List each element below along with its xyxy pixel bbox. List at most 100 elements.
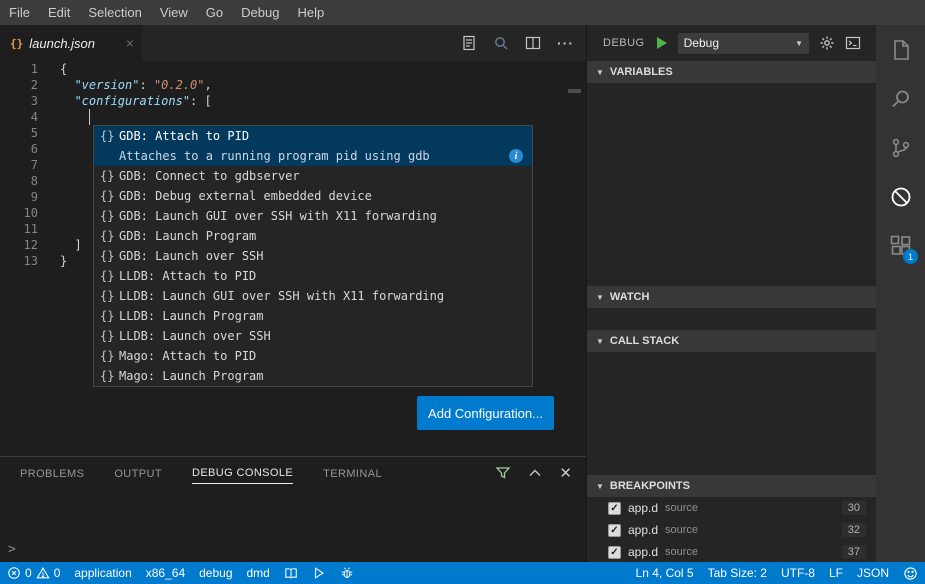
code-text[interactable]: "configurations": [	[38, 93, 212, 109]
breakpoints-content: ✓ app.d source 30 ✓ app.d source 32 ✓ ap…	[587, 497, 876, 562]
menu-item-help[interactable]: Help	[288, 0, 333, 25]
bug-icon[interactable]	[333, 562, 361, 584]
status-tab-size[interactable]: Tab Size: 2	[701, 562, 774, 584]
status-arch[interactable]: x86_64	[139, 562, 192, 584]
status-eol[interactable]: LF	[822, 562, 850, 584]
book-icon[interactable]	[277, 562, 305, 584]
menu-item-view[interactable]: View	[151, 0, 197, 25]
panel-tab-problems[interactable]: PROBLEMS	[20, 463, 84, 484]
line-number[interactable]: 6	[0, 141, 38, 157]
menu-item-selection[interactable]: Selection	[79, 0, 150, 25]
text-cursor	[89, 109, 90, 125]
breakpoint-checkbox[interactable]: ✓	[608, 502, 621, 515]
line-number[interactable]: 5	[0, 125, 38, 141]
menu-item-go[interactable]: Go	[197, 0, 232, 25]
code-text[interactable]	[38, 125, 60, 141]
debug-config-select[interactable]: Debug ▼	[678, 33, 809, 54]
suggest-item[interactable]: {}LLDB: Launch Program	[94, 306, 532, 326]
tab-launch-json[interactable]: {} launch.json ×	[0, 25, 142, 61]
run-icon[interactable]	[305, 562, 333, 584]
code-text[interactable]: }	[38, 253, 67, 269]
section-header-breakpoints[interactable]: ▼ BREAKPOINTS	[587, 475, 876, 497]
document-icon[interactable]	[461, 35, 477, 51]
suggest-item[interactable]: {}GDB: Launch over SSH	[94, 246, 532, 266]
breakpoint-row[interactable]: ✓ app.d source 37	[587, 541, 876, 562]
status-encoding[interactable]: UTF-8	[774, 562, 822, 584]
code-text[interactable]	[38, 205, 60, 221]
breakpoint-row[interactable]: ✓ app.d source 32	[587, 519, 876, 541]
search-icon[interactable]	[876, 74, 925, 123]
problems-status[interactable]: 0 0	[0, 562, 67, 584]
panel-tab-debug-console[interactable]: DEBUG CONSOLE	[192, 462, 293, 484]
debug-icon[interactable]	[876, 172, 925, 221]
tab-close-icon[interactable]: ×	[126, 36, 134, 50]
menu-item-file[interactable]: File	[0, 0, 39, 25]
debug-console-icon[interactable]	[845, 35, 861, 51]
suggest-item[interactable]: {}LLDB: Launch over SSH	[94, 326, 532, 346]
breakpoint-checkbox[interactable]: ✓	[608, 524, 621, 537]
line-number[interactable]: 4	[0, 109, 38, 125]
line-number[interactable]: 7	[0, 157, 38, 173]
code-text[interactable]	[38, 141, 60, 157]
suggest-item[interactable]: {}Mago: Attach to PID	[94, 346, 532, 366]
status-language[interactable]: JSON	[850, 562, 896, 584]
code-text[interactable]: "version": "0.2.0",	[38, 77, 212, 93]
breakpoint-row[interactable]: ✓ app.d source 30	[587, 497, 876, 519]
info-icon[interactable]: i	[509, 149, 523, 163]
console-prompt[interactable]: >	[8, 542, 16, 557]
source-control-icon[interactable]	[876, 123, 925, 172]
panel-tab-output[interactable]: OUTPUT	[114, 463, 162, 484]
filter-icon[interactable]	[495, 465, 511, 481]
smiley-icon[interactable]	[896, 562, 925, 584]
line-number[interactable]: 12	[0, 237, 38, 253]
suggest-item[interactable]: {}Mago: Launch Program	[94, 366, 532, 386]
suggest-item[interactable]: {}GDB: Debug external embedded device	[94, 186, 532, 206]
menu-item-debug[interactable]: Debug	[232, 0, 288, 25]
start-debug-icon[interactable]	[655, 36, 668, 50]
code-text[interactable]: {	[38, 61, 67, 77]
suggest-item[interactable]: {}LLDB: Launch GUI over SSH with X11 for…	[94, 286, 532, 306]
code-text[interactable]	[38, 157, 60, 173]
gear-icon[interactable]	[819, 35, 835, 51]
close-icon[interactable]: ✕	[559, 466, 572, 481]
menu-item-edit[interactable]: Edit	[39, 0, 79, 25]
suggest-item-label: LLDB: Launch GUI over SSH with X11 forwa…	[119, 289, 444, 303]
line-number[interactable]: 3	[0, 93, 38, 109]
status-compiler[interactable]: dmd	[240, 562, 277, 584]
code-text[interactable]: ]	[38, 237, 82, 253]
suggest-item[interactable]: {}LLDB: Attach to PID	[94, 266, 532, 286]
status-application[interactable]: application	[67, 562, 138, 584]
status-cursor-position[interactable]: Ln 4, Col 5	[629, 562, 701, 584]
line-number[interactable]: 11	[0, 221, 38, 237]
chevron-up-icon[interactable]	[527, 465, 543, 481]
code-editor[interactable]: 1{ 2 "version": "0.2.0", 3 "configuratio…	[0, 61, 586, 456]
code-text[interactable]	[38, 221, 60, 237]
panel-tab-bar: PROBLEMS OUTPUT DEBUG CONSOLE TERMINAL	[0, 457, 586, 489]
suggest-item[interactable]: {}GDB: Launch GUI over SSH with X11 forw…	[94, 206, 532, 226]
more-actions-icon[interactable]: ···	[557, 35, 574, 51]
line-number[interactable]: 9	[0, 189, 38, 205]
suggest-item[interactable]: {} GDB: Attach to PID	[94, 126, 532, 146]
line-number[interactable]: 2	[0, 77, 38, 93]
breakpoint-checkbox[interactable]: ✓	[608, 546, 621, 559]
files-icon[interactable]	[876, 25, 925, 74]
preview-icon[interactable]	[493, 35, 509, 51]
section-header-call-stack[interactable]: ▼ CALL STACK	[587, 330, 876, 352]
extensions-icon[interactable]: 1	[876, 221, 925, 270]
code-text[interactable]	[38, 173, 60, 189]
code-text[interactable]	[38, 109, 60, 125]
code-text[interactable]	[38, 189, 60, 205]
line-number[interactable]: 10	[0, 205, 38, 221]
line-number[interactable]: 13	[0, 253, 38, 269]
line-number[interactable]: 1	[0, 61, 38, 77]
suggest-item[interactable]: {}GDB: Connect to gdbserver	[94, 166, 532, 186]
add-configuration-button[interactable]: Add Configuration...	[417, 396, 554, 430]
suggest-item[interactable]: {}GDB: Launch Program	[94, 226, 532, 246]
suggest-item-label: GDB: Launch GUI over SSH with X11 forwar…	[119, 209, 437, 223]
status-build-type[interactable]: debug	[192, 562, 239, 584]
section-header-variables[interactable]: ▼ VARIABLES	[587, 61, 876, 83]
panel-tab-terminal[interactable]: TERMINAL	[323, 463, 382, 484]
section-header-watch[interactable]: ▼ WATCH	[587, 286, 876, 308]
line-number[interactable]: 8	[0, 173, 38, 189]
split-editor-icon[interactable]	[525, 35, 541, 51]
